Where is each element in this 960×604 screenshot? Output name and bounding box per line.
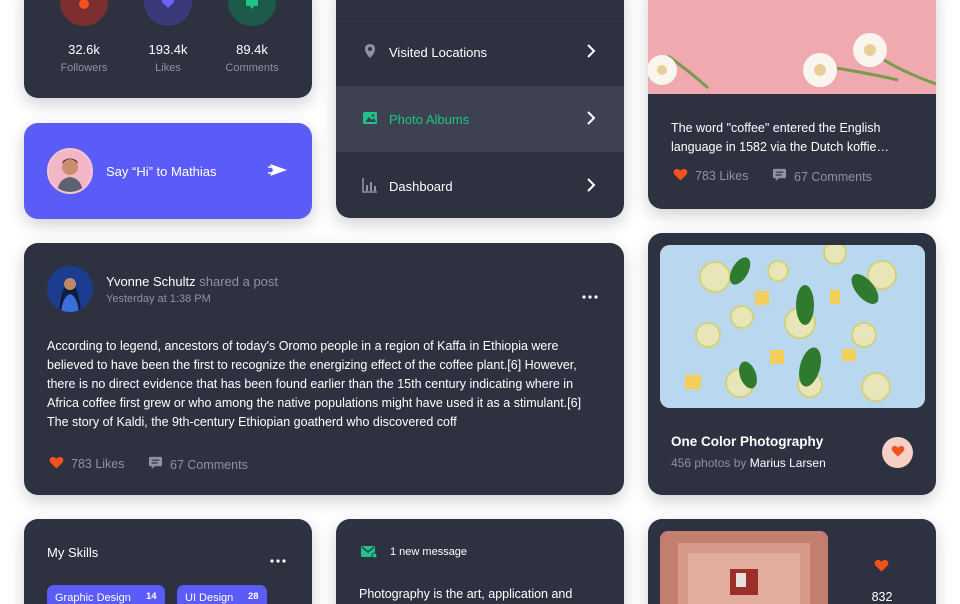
avatar: [47, 266, 93, 312]
chevron-right-icon: [586, 178, 596, 197]
say-hi-card[interactable]: Say “Hi” to Mathias: [24, 123, 312, 219]
chevron-right-icon: [586, 111, 596, 130]
album-card: One Color Photography 456 photos by Mari…: [648, 233, 936, 495]
menu-item-dashboard[interactable]: Dashboard: [336, 153, 624, 218]
room-photo[interactable]: [660, 531, 828, 604]
post-author-line: Yvonne Schultz shared a post: [106, 274, 278, 289]
post-card: Yvonne Schultz shared a post Yesterday a…: [24, 243, 624, 495]
like-action[interactable]: 783 Likes: [49, 456, 125, 472]
skills-card: My Skills Graphic Design 14 UI Design 28: [24, 519, 312, 604]
comment-icon: [772, 168, 794, 185]
likes-count: 193.4k: [148, 42, 188, 57]
comments-label: Comments: [225, 62, 279, 74]
skill-count: 28: [248, 591, 259, 602]
user-icon[interactable]: [60, 0, 108, 26]
location-pin-icon: [362, 43, 378, 59]
menu-card: Visited Locations Photo Albums Dashboard: [336, 0, 624, 218]
heart-icon[interactable]: [874, 559, 889, 577]
heart-icon[interactable]: [144, 0, 192, 26]
post-author[interactable]: Yvonne Schultz: [106, 274, 196, 289]
skill-tag-ui-design[interactable]: UI Design 28: [177, 585, 267, 604]
menu-item-label: Photo Albums: [389, 111, 470, 127]
skill-label: UI Design: [185, 592, 234, 604]
coffee-text: The word "coffee" entered the English la…: [671, 121, 889, 154]
album-subtitle: 456 photos by Marius Larsen: [671, 456, 826, 470]
heart-icon: [673, 168, 695, 184]
room-card: 832: [648, 519, 936, 604]
coffee-card: The word "coffee" entered the English la…: [648, 0, 936, 209]
post-timestamp: Yesterday at 1:38 PM: [106, 293, 211, 305]
followers-count: 32.6k: [68, 42, 100, 57]
skill-tag-graphic-design[interactable]: Graphic Design 14: [47, 585, 165, 604]
skill-count: 14: [146, 591, 157, 602]
comment-action[interactable]: 67 Comments: [772, 168, 872, 185]
avatar: [47, 148, 93, 194]
likes-count: 783 Likes: [695, 169, 749, 183]
comment-action[interactable]: 67 Comments: [148, 456, 248, 473]
photo-icon: [362, 110, 378, 126]
skill-label: Graphic Design: [55, 592, 131, 604]
album-title[interactable]: One Color Photography: [671, 434, 823, 449]
post-body: According to legend, ancestors of today'…: [47, 339, 582, 429]
comments-count: 67 Comments: [794, 169, 872, 184]
message-notice: 1 new message: [390, 546, 468, 558]
message-card[interactable]: 1 new message Photography is the art, ap…: [336, 519, 624, 604]
followers-label: Followers: [60, 62, 108, 74]
chevron-right-icon: [586, 44, 596, 63]
likes-count: 783 Likes: [71, 457, 125, 471]
chat-icon[interactable]: [228, 0, 276, 26]
menu-item-photo-albums[interactable]: Photo Albums: [336, 86, 624, 152]
comments-count: 89.4k: [236, 42, 268, 57]
flowers-photo: [648, 0, 936, 94]
message-body: Photography is the art, application and: [359, 587, 573, 601]
heart-icon: [49, 456, 71, 472]
like-action[interactable]: 783 Likes: [673, 168, 749, 184]
mail-icon: [361, 545, 378, 563]
bar-chart-icon: [362, 177, 378, 193]
more-options-icon[interactable]: [270, 550, 286, 568]
heart-icon: [891, 444, 905, 462]
comments-count: 67 Comments: [170, 457, 248, 472]
post-action: shared a post: [199, 274, 279, 289]
menu-item-label: Visited Locations: [389, 44, 488, 60]
album-author[interactable]: Marius Larsen: [750, 456, 826, 470]
menu-item-visited-locations[interactable]: Visited Locations: [336, 19, 624, 85]
favorite-button[interactable]: [882, 437, 913, 468]
menu-item-label: Dashboard: [389, 178, 453, 194]
stats-card: 32.6k Followers 193.4k Likes 89.4k Comme…: [24, 0, 312, 98]
comment-icon: [148, 456, 170, 473]
say-hi-text: Say “Hi” to Mathias: [106, 164, 217, 179]
send-icon[interactable]: [268, 163, 288, 182]
more-options-icon[interactable]: [582, 286, 598, 304]
likes-label: Likes: [155, 62, 181, 74]
likes-count: 832: [871, 590, 893, 604]
skills-title: My Skills: [47, 545, 99, 560]
album-photo-count: 456 photos by: [671, 456, 747, 470]
album-photo[interactable]: [660, 245, 925, 408]
